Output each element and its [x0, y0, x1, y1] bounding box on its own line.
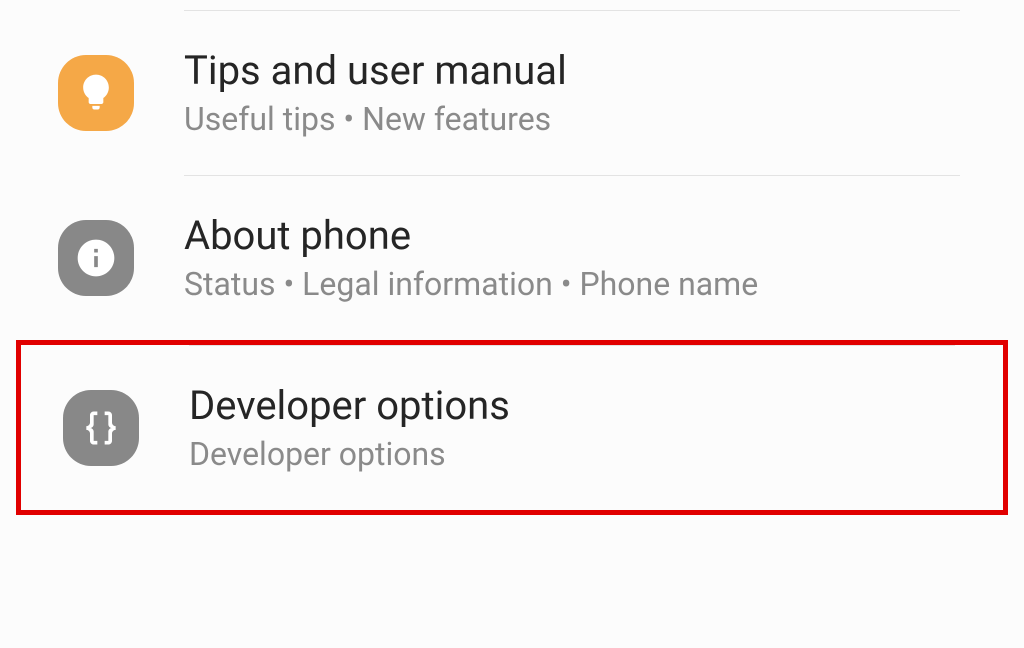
settings-item-title: About phone — [184, 212, 758, 260]
settings-item-subtitle: Status • Legal information • Phone name — [184, 264, 758, 304]
settings-item-text: Tips and user manual Useful tips • New f… — [184, 47, 567, 139]
settings-item-tips[interactable]: Tips and user manual Useful tips • New f… — [0, 11, 1024, 175]
settings-item-subtitle: Useful tips • New features — [184, 99, 567, 139]
settings-item-developer-options[interactable]: Developer options Developer options — [21, 346, 1003, 510]
settings-item-about-phone[interactable]: About phone Status • Legal information •… — [0, 176, 1024, 340]
settings-item-title: Developer options — [189, 382, 510, 430]
braces-icon — [63, 390, 139, 466]
settings-item-text: About phone Status • Legal information •… — [184, 212, 758, 304]
lightbulb-icon — [58, 55, 134, 131]
highlight-annotation: Developer options Developer options — [16, 340, 1008, 515]
settings-item-text: Developer options Developer options — [189, 382, 510, 474]
settings-item-title: Tips and user manual — [184, 47, 567, 95]
settings-list: Tips and user manual Useful tips • New f… — [0, 0, 1024, 648]
settings-item-subtitle: Developer options — [189, 434, 510, 474]
info-icon — [58, 220, 134, 296]
